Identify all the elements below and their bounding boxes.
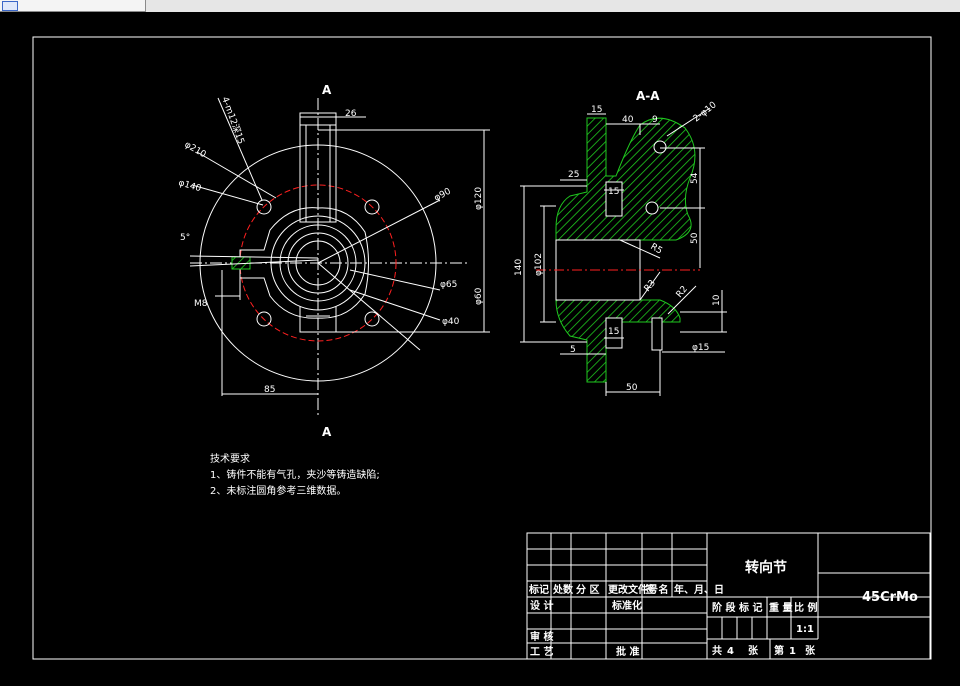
tb-zhang2: 张 <box>805 644 816 657</box>
sec-dim-15d: φ15 <box>692 343 709 353</box>
tb-weight: 重 量 <box>769 601 792 614</box>
notes-title: 技术要求 <box>210 452 250 465</box>
tb-zone: 分 区 <box>576 583 599 596</box>
tb-standard: 标准化 <box>611 599 642 612</box>
tb-check: 审 核 <box>530 630 553 643</box>
sec-dim-15a: 15 <box>591 105 602 115</box>
sec-dim-15c: 15 <box>608 327 619 337</box>
cad-drawing: A A 26 4-m12深15 φ210 φ140 5° M8 85 φ90 φ… <box>32 36 932 660</box>
tb-process: 工 艺 <box>530 645 553 658</box>
sec-dim-54: 54 <box>690 172 700 184</box>
sec-dim-140: 140 <box>514 259 524 276</box>
section-title: A-A <box>636 89 660 103</box>
sec-dim-102: φ102 <box>534 253 544 276</box>
dim-40: φ40 <box>442 317 460 327</box>
tb-mark: 标记 <box>528 583 549 596</box>
sec-dim-r3: R3 <box>643 278 658 294</box>
tb-scale: 比 例 <box>794 601 817 614</box>
tb-count: 处数 <box>552 583 574 596</box>
drawing-canvas[interactable]: A A 26 4-m12深15 φ210 φ140 5° M8 85 φ90 φ… <box>0 12 960 686</box>
tb-di: 第 <box>774 644 784 657</box>
section-mark-top: A <box>322 83 332 97</box>
tb-zhang1: 张 <box>748 644 759 657</box>
tb-date: 年、月、日 <box>674 583 724 596</box>
part-name: 转向节 <box>745 559 787 576</box>
dim-120: φ120 <box>474 187 484 210</box>
file-tab[interactable] <box>0 0 146 12</box>
tb-total-label: 共 <box>712 644 722 657</box>
tb-sign: 签 名 <box>644 583 668 596</box>
sec-dim-r2: R2 <box>675 284 690 300</box>
sec-dim-5: 5 <box>570 345 576 355</box>
tb-design: 设 计 <box>530 599 553 612</box>
front-view <box>189 97 490 418</box>
sec-dim-9: 9 <box>652 115 658 125</box>
dim-60: φ60 <box>474 287 484 305</box>
dim-5deg: 5° <box>180 233 190 243</box>
sec-dim-50h: 50 <box>626 383 638 393</box>
notes-line1: 1、铸件不能有气孔，夹沙等铸造缺陷; <box>210 468 380 481</box>
tb-total: 4 <box>727 646 734 657</box>
tb-scale-value: 1:1 <box>796 624 814 635</box>
tb-sheet-no: 1 <box>789 646 796 657</box>
sec-dim-50v: 50 <box>690 232 700 244</box>
sec-dim-10: 10 <box>712 294 722 306</box>
dim-m8: M8 <box>194 299 208 309</box>
dim-210: φ210 <box>183 140 208 160</box>
file-icon <box>2 1 18 11</box>
section-mark-bottom: A <box>322 425 332 439</box>
dim-4m: 4-m12深15 <box>219 95 246 145</box>
material: 45CrMo <box>862 590 918 605</box>
bolt-hole-4 <box>364 311 380 327</box>
sec-dim-25: 25 <box>568 170 579 180</box>
sec-dim-2phi: 2-φ10 <box>692 100 719 124</box>
dim-140: φ140 <box>177 178 202 194</box>
tb-stage: 阶 段 标 记 <box>712 601 762 614</box>
dim-65: φ65 <box>440 280 457 290</box>
dim-85: 85 <box>264 385 275 395</box>
notes-line2: 2、未标注圆角参考三维数据。 <box>210 484 346 497</box>
dim-26: 26 <box>345 109 357 119</box>
tb-approve: 批 准 <box>616 645 639 658</box>
sec-dim-40: 40 <box>622 115 634 125</box>
sec-dim-15b: 15 <box>608 187 619 197</box>
dim-90: φ90 <box>433 187 453 204</box>
